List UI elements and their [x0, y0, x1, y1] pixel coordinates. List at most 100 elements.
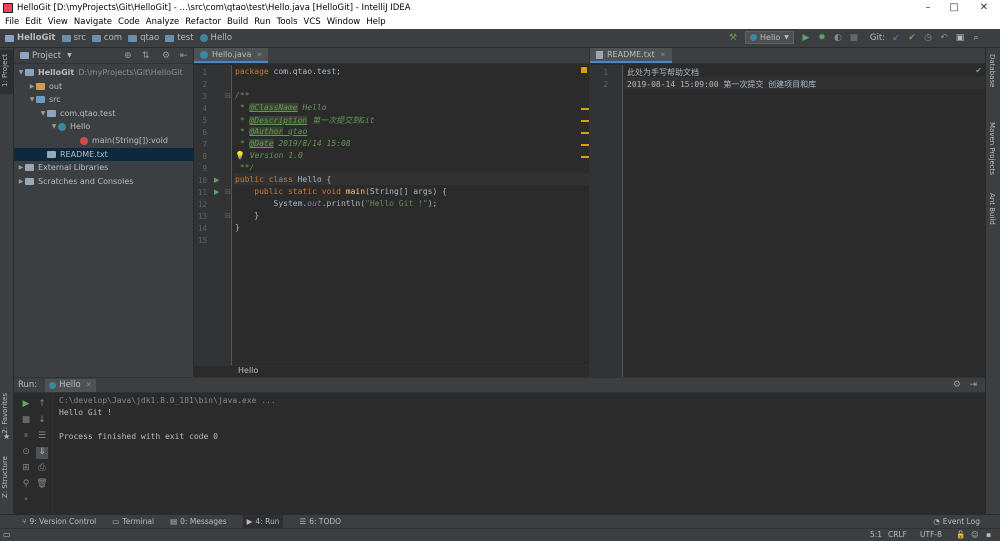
tool-messages[interactable]: ▤ 0: Messages [170, 517, 227, 526]
chevron-down-icon[interactable]: ▼ [28, 96, 36, 103]
lock-icon[interactable]: 🔓 [956, 530, 965, 539]
notifications-icon[interactable]: ▪ [986, 530, 991, 539]
crumb-com[interactable]: com [91, 33, 122, 43]
project-structure-icon[interactable]: ▣ [955, 33, 965, 43]
error-stripe-mark[interactable] [581, 108, 589, 110]
chevron-right-icon[interactable]: ▶ [28, 83, 36, 90]
stop-icon[interactable]: ■ [20, 415, 32, 427]
chevron-down-icon[interactable]: ▼ [39, 110, 47, 117]
collapse-all-icon[interactable]: ⇅ [142, 51, 150, 61]
up-arrow-icon[interactable]: ↑ [36, 399, 48, 411]
git-update-icon[interactable]: ↙ [891, 33, 901, 43]
tool-terminal[interactable]: ▭ Terminal [112, 517, 154, 526]
lightbulb-icon[interactable]: 💡 [235, 151, 245, 160]
tab-hello-java[interactable]: Hello.java ✕ [194, 48, 269, 63]
tool-run[interactable]: ▶ 4: Run [242, 515, 284, 528]
error-stripe-mark[interactable] [581, 132, 589, 134]
menu-file[interactable]: File [5, 17, 19, 27]
scroll-to-end-icon[interactable]: ⇓ [36, 447, 48, 459]
line-separator[interactable]: CRLF [888, 530, 907, 539]
stop-icon[interactable]: ■ [849, 33, 859, 43]
chevron-right-icon[interactable]: ▶ [17, 164, 25, 171]
search-icon[interactable]: ⌕ [971, 33, 981, 43]
git-history-icon[interactable]: ◷ [923, 33, 933, 43]
rerun-icon[interactable]: ▶ [20, 399, 32, 411]
pin-icon[interactable]: ⚲ [20, 479, 32, 491]
project-view-selector[interactable]: Project [32, 51, 61, 61]
menu-edit[interactable]: Edit [25, 17, 41, 27]
menu-refactor[interactable]: Refactor [185, 17, 221, 27]
hector-icon[interactable]: ☺ [971, 530, 979, 539]
file-encoding[interactable]: UTF-8 [920, 530, 942, 539]
tree-item-src[interactable]: ▼ src [14, 93, 194, 106]
tree-item-hellogit[interactable]: ▼ HelloGit D:\myProjects\Git\HelloGit [14, 66, 194, 79]
warning-marker-icon[interactable] [581, 67, 587, 73]
caret-position[interactable]: 5:1 [870, 530, 882, 539]
git-revert-icon[interactable]: ↶ [939, 33, 949, 43]
editor-breadcrumb-item[interactable]: Hello [238, 366, 258, 375]
close-icon[interactable]: ✕ [660, 51, 666, 59]
fold-icon[interactable]: ⊟ [225, 212, 231, 220]
menu-tools[interactable]: Tools [277, 17, 298, 27]
gear-icon[interactable]: ⚙ [162, 51, 170, 61]
close-icon[interactable]: ✕ [86, 381, 92, 389]
tab-maven[interactable]: Maven Projects [988, 122, 996, 175]
minimize-button[interactable]: – [914, 0, 942, 15]
run-tab-hello[interactable]: Hello ✕ [45, 378, 96, 392]
hammer-build-icon[interactable]: ⚒ [728, 33, 738, 43]
chevron-down-icon[interactable]: ▼ [67, 52, 72, 59]
hide-icon[interactable]: ⇤ [180, 51, 188, 61]
menu-analyze[interactable]: Analyze [146, 17, 180, 27]
fold-icon[interactable]: ⊟ [225, 188, 231, 196]
error-stripe-mark[interactable] [581, 120, 589, 122]
error-stripe-mark[interactable] [581, 144, 589, 146]
tree-item-readme-txt[interactable]: README.txt [14, 147, 194, 161]
git-commit-icon[interactable]: ✔ [907, 33, 917, 43]
trash-icon[interactable]: 🗑 [36, 479, 48, 491]
tree-item-main-string-void[interactable]: main(String[]):void [14, 134, 194, 147]
crumb-hello[interactable]: Hello [199, 33, 232, 43]
menu-build[interactable]: Build [227, 17, 248, 27]
tool-version-control[interactable]: ⑂ 9: Version Control [22, 517, 96, 526]
menu-window[interactable]: Window [327, 17, 361, 27]
chevron-right-icon[interactable]: ▶ [17, 178, 25, 185]
tab-database[interactable]: Database [988, 54, 996, 87]
coverage-icon[interactable]: ◐ [833, 33, 843, 43]
sync-icon[interactable]: ⊕ [124, 51, 132, 61]
error-stripe-mark[interactable] [581, 156, 589, 158]
menu-vcs[interactable]: VCS [304, 17, 321, 27]
menu-navigate[interactable]: Navigate [74, 17, 112, 27]
tree-item-external-libraries[interactable]: ▶ External Libraries [14, 161, 194, 174]
crumb-qtao[interactable]: qtao [128, 33, 159, 43]
soft-wrap-icon[interactable]: ☰ [36, 431, 48, 443]
tree-item-out[interactable]: ▶ out [14, 80, 194, 93]
debug-icon[interactable]: ✹ [817, 33, 827, 43]
run-class-icon[interactable]: ▶ [214, 176, 219, 184]
tab-readme[interactable]: README.txt ✕ [590, 48, 672, 63]
pause-icon[interactable]: ⏸ [20, 431, 32, 443]
more-icon[interactable]: » [20, 495, 32, 507]
chevron-down-icon[interactable]: ▼ [17, 69, 25, 76]
tab-favorites[interactable]: 2: Favorites [1, 393, 9, 434]
tab-ant-build[interactable]: Ant Build [988, 193, 996, 225]
print-icon[interactable]: ⎙ [36, 463, 48, 475]
tree-item-scratches-and-consoles[interactable]: ▶ Scratches and Consoles [14, 175, 194, 188]
crumb-project[interactable]: HelloGit [5, 33, 56, 43]
dump-threads-icon[interactable]: ⊙ [20, 447, 32, 459]
gear-icon[interactable]: ⚙ [953, 380, 961, 390]
tree-item-com-qtao-test[interactable]: ▼ com.qtao.test [14, 107, 194, 120]
run-config-select[interactable]: Hello ▼ [745, 31, 794, 44]
tab-structure[interactable]: Z: Structure [1, 456, 9, 498]
run-method-icon[interactable]: ▶ [214, 188, 219, 196]
maximize-button[interactable]: □ [940, 0, 968, 15]
readme-text-area[interactable]: 此处为手写帮助文档 2019-08-14 15:09:00 第一次提交 创建项目… [624, 65, 985, 377]
layout-icon[interactable]: ▭ [3, 530, 11, 539]
restore-layout-icon[interactable]: ⊞ [20, 463, 32, 475]
menu-view[interactable]: View [48, 17, 68, 27]
close-icon[interactable]: ✕ [256, 51, 262, 59]
code-area[interactable]: package com.qtao.test; /** * @ClassName … [233, 65, 589, 365]
menu-run[interactable]: Run [254, 17, 270, 27]
menu-code[interactable]: Code [118, 17, 140, 27]
chevron-down-icon[interactable]: ▼ [50, 123, 58, 130]
tree-item-hello[interactable]: ▼ Hello [14, 120, 194, 133]
